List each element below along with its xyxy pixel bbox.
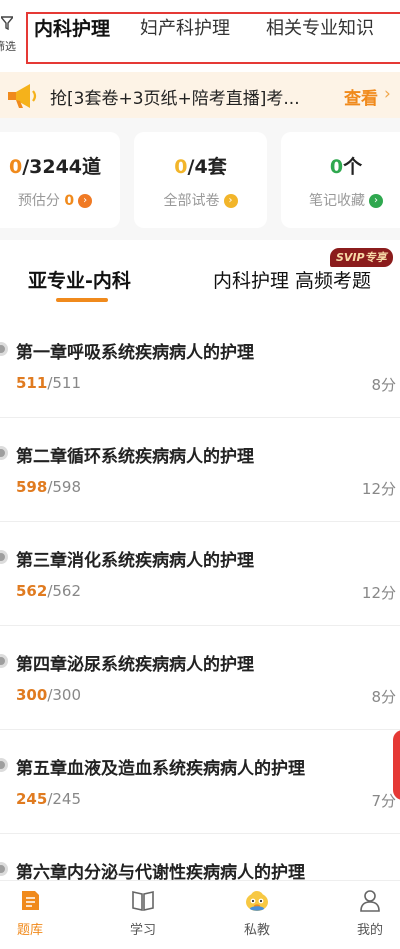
mascot-icon: [246, 891, 268, 911]
chapter-score: 8分: [371, 376, 396, 394]
chapter-score: 12分: [361, 584, 396, 602]
nav-question-bank[interactable]: 题库: [0, 887, 60, 938]
chapter-item[interactable]: 第一章呼吸系统疾病病人的护理 511/511 8分: [0, 314, 400, 418]
chapter-tabs: 亚专业-内科 内科护理 高频考题 SVIP专享: [0, 240, 400, 314]
estimated-score-label: 预估分 0 ›: [0, 190, 120, 210]
tab-related-knowledge[interactable]: 相关专业知识: [266, 14, 374, 40]
app-screen: 筛选 内科护理 妇产科护理 相关专业知识 抢[3套卷+3页纸+陪考直播]考...…: [0, 0, 400, 949]
chapter-title: 第五章血液及造血系统疾病病人的护理: [16, 759, 305, 779]
filter-label: 筛选: [0, 40, 16, 53]
floating-side-tab[interactable]: [393, 730, 400, 800]
chapter-item[interactable]: 第三章消化系统疾病病人的护理 562/562 12分: [0, 522, 400, 626]
chapter-score: 7分: [371, 792, 396, 810]
chevron-right-icon: ›: [384, 84, 391, 104]
bullet-icon: [0, 862, 8, 876]
book-icon: [132, 891, 154, 911]
arrow-right-icon: ›: [223, 194, 238, 208]
view-link[interactable]: 查看: [344, 84, 378, 109]
chapter-item[interactable]: 第二章循环系统疾病病人的护理 598/598 12分: [0, 418, 400, 522]
chapter-item[interactable]: 第六章内分泌与代谢性疾病病人的护理: [0, 834, 400, 880]
nav-label: 私教: [243, 923, 270, 938]
question-bank-icon: [22, 891, 39, 910]
chapter-progress: 245/245: [16, 790, 81, 808]
nav-label: 题库: [16, 923, 43, 938]
chapter-progress: 562/562: [16, 582, 81, 600]
tab-obstetrics-nursing[interactable]: 妇产科护理: [140, 14, 230, 40]
bullet-icon: [0, 446, 8, 460]
chapter-item[interactable]: 第四章泌尿系统疾病病人的护理 300/300 8分: [0, 626, 400, 730]
top-tab-bar: 筛选 内科护理 妇产科护理 相关专业知识: [0, 0, 400, 70]
notes-value: 0个: [329, 156, 363, 178]
stats-area: 0/3244道 预估分 0 › 0/4套 全部试卷 › 0个 笔记收藏 ›: [0, 118, 400, 240]
arrow-right-icon: ›: [369, 194, 383, 208]
filter-icon: [1, 16, 13, 30]
notes-label: 笔记收藏 ›: [281, 190, 400, 210]
nav-label: 我的: [356, 923, 383, 938]
nav-study[interactable]: 学习: [113, 887, 173, 938]
chapter-item[interactable]: 第五章血液及造血系统疾病病人的护理 245/245 7分: [0, 730, 400, 834]
svip-badge: SVIP专享: [330, 248, 393, 267]
chapter-score: 8分: [371, 688, 396, 706]
chapter-title: 第一章呼吸系统疾病病人的护理: [16, 343, 254, 363]
arrow-right-icon: ›: [78, 194, 93, 208]
bottom-nav: 题库 学习 私教 我的: [0, 880, 400, 949]
chapter-list: 第一章呼吸系统疾病病人的护理 511/511 8分 第二章循环系统疾病病人的护理…: [0, 314, 400, 880]
tab-high-frequency-questions[interactable]: 内科护理 高频考题: [213, 266, 371, 293]
chapter-score: 12分: [361, 480, 396, 498]
tab-sub-specialty[interactable]: 亚专业-内科: [28, 266, 131, 293]
chapter-progress: 300/300: [16, 686, 81, 704]
bullet-icon: [0, 342, 8, 356]
chapter-title: 第二章循环系统疾病病人的护理: [16, 447, 254, 467]
exam-papers-card[interactable]: 0/4套 全部试卷 ›: [134, 132, 267, 228]
promo-notice-bar[interactable]: 抢[3套卷+3页纸+陪考直播]考... 查看 ›: [0, 72, 400, 118]
all-papers-label: 全部试卷 ›: [134, 190, 267, 210]
bullet-icon: [0, 654, 8, 668]
bullet-icon: [0, 758, 8, 772]
bullet-icon: [0, 550, 8, 564]
filter-button[interactable]: 筛选: [0, 14, 22, 54]
exam-papers-value: 0/4套: [174, 156, 227, 178]
chapter-progress: 598/598: [16, 478, 81, 496]
nav-label: 学习: [129, 923, 156, 938]
chapter-title: 第三章消化系统疾病病人的护理: [16, 551, 254, 571]
nav-profile[interactable]: 我的: [340, 887, 400, 938]
chapter-title: 第六章内分泌与代谢性疾病病人的护理: [16, 863, 305, 880]
question-progress-card[interactable]: 0/3244道 预估分 0 ›: [0, 132, 120, 228]
nav-private-tutor[interactable]: 私教: [227, 887, 287, 938]
notice-text: 抢[3套卷+3页纸+陪考直播]考...: [50, 89, 300, 109]
active-tab-indicator: [56, 298, 108, 302]
notes-card[interactable]: 0个 笔记收藏 ›: [281, 132, 400, 228]
chapter-progress: 511/511: [16, 374, 81, 392]
megaphone-icon: [8, 84, 37, 108]
profile-icon: [360, 890, 380, 912]
chapter-title: 第四章泌尿系统疾病病人的护理: [16, 655, 254, 675]
question-progress-value: 0/3244道: [8, 156, 102, 178]
tab-internal-nursing[interactable]: 内科护理: [34, 14, 110, 41]
